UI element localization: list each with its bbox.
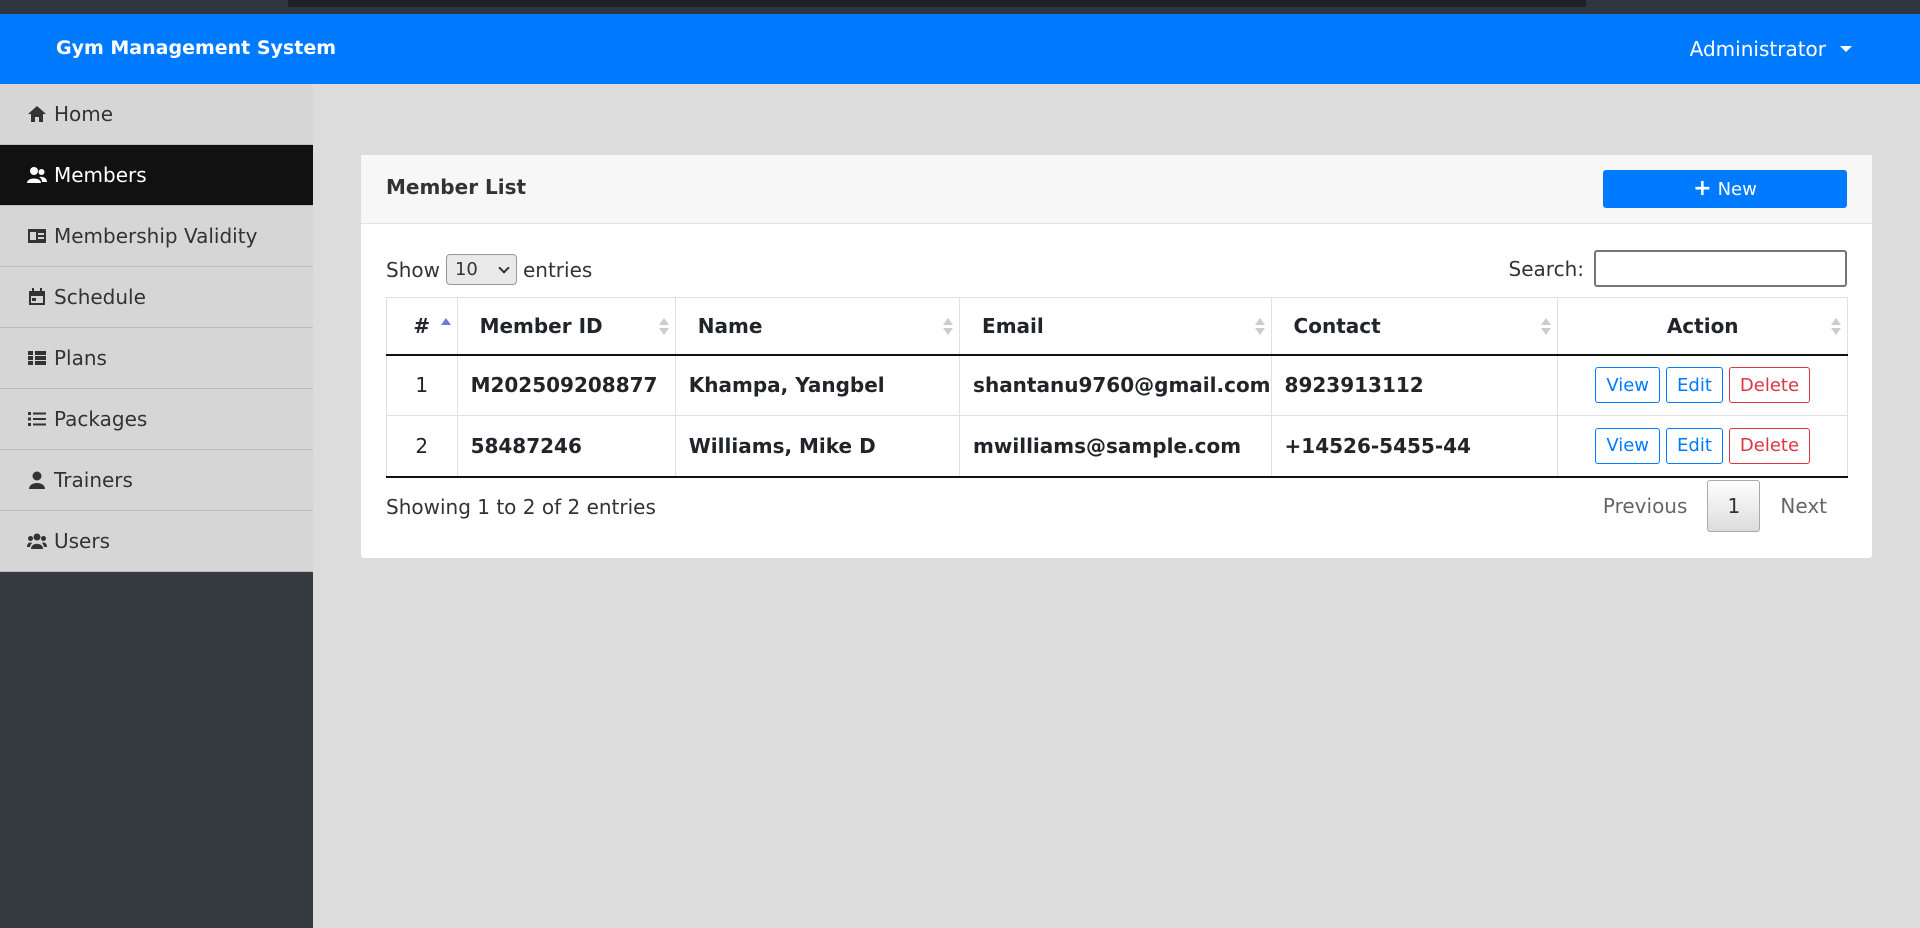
caret-down-icon: [1840, 46, 1852, 52]
cell-member-id: M202509208877: [456, 354, 676, 416]
sidebar-item-label: Users: [54, 529, 111, 553]
table-row: 2 58487246 Williams, Mike D mwilliams@sa…: [386, 415, 1848, 478]
header-label: Member ID: [479, 313, 603, 338]
sidebar-item-packages[interactable]: Packages: [0, 389, 313, 450]
table-header-row: # Member ID Name Email Contact Action: [386, 297, 1848, 356]
search-label: Search:: [1508, 256, 1584, 281]
column-header-name[interactable]: Name: [674, 297, 961, 356]
row-actions: View Edit Delete: [1558, 427, 1847, 464]
cell-name: Williams, Mike D: [674, 415, 961, 478]
user-group-icon: [26, 532, 48, 550]
sidebar-item-label: Members: [54, 163, 147, 187]
column-header-member-id[interactable]: Member ID: [456, 297, 676, 356]
cell-actions: View Edit Delete: [1557, 354, 1848, 416]
next-page-button[interactable]: Next: [1760, 494, 1847, 518]
card-title: Member List: [386, 175, 527, 199]
sidebar-item-label: Trainers: [54, 468, 133, 492]
show-label: Show: [386, 257, 440, 282]
sort-icon: [1541, 316, 1552, 338]
browser-top-strip: [0, 0, 1920, 14]
view-button[interactable]: View: [1595, 367, 1661, 404]
chevron-down-icon: [498, 261, 510, 274]
users-icon: [26, 166, 48, 184]
home-icon: [26, 105, 48, 123]
plus-icon: +: [1693, 176, 1712, 201]
sidebar-item-members[interactable]: Members: [0, 145, 313, 206]
sidebar-item-home[interactable]: Home: [0, 84, 313, 145]
page-length-control: Show 10 entries: [386, 254, 592, 285]
sidebar-item-label: Packages: [54, 407, 148, 431]
sidebar-item-schedule[interactable]: Schedule: [0, 267, 313, 328]
sidebar-item-trainers[interactable]: Trainers: [0, 450, 313, 511]
sort-icon: [1831, 316, 1841, 338]
column-header-email[interactable]: Email: [959, 297, 1272, 356]
sidebar-item-plans[interactable]: Plans: [0, 328, 313, 389]
brand-title[interactable]: Gym Management System: [56, 37, 336, 59]
sidebar-item-membership-validity[interactable]: Membership Validity: [0, 206, 313, 267]
delete-button[interactable]: Delete: [1728, 367, 1811, 404]
pagination: Previous 1 Next: [1583, 480, 1847, 532]
page-length-select[interactable]: 10: [445, 254, 517, 285]
sort-icon: [943, 316, 954, 338]
member-list-card: Member List + New Show 10 entries Search…: [361, 155, 1872, 558]
header-label: Contact: [1293, 313, 1381, 338]
column-header-action[interactable]: Action: [1557, 297, 1848, 356]
table-row: 1 M202509208877 Khampa, Yangbel shantanu…: [386, 354, 1848, 416]
cell-number: 2: [386, 415, 458, 478]
calendar-icon: [26, 288, 48, 306]
page-length-value: 10: [454, 259, 478, 280]
cell-contact: 8923913112: [1270, 354, 1559, 416]
user-menu-label: Administrator: [1689, 37, 1826, 61]
cell-number: 1: [386, 354, 458, 416]
table-info: Showing 1 to 2 of 2 entries: [386, 495, 656, 519]
user-icon: [26, 471, 48, 489]
column-header-number[interactable]: #: [386, 297, 458, 356]
new-member-button[interactable]: + New: [1603, 170, 1847, 208]
sidebar-item-label: Plans: [54, 346, 107, 370]
column-header-contact[interactable]: Contact: [1270, 297, 1559, 356]
top-navbar: Gym Management System Administrator: [0, 14, 1920, 84]
sort-asc-icon: [440, 316, 451, 338]
card-header: Member List + New: [361, 155, 1872, 224]
members-table: # Member ID Name Email Contact Action 1 …: [386, 297, 1848, 478]
cell-actions: View Edit Delete: [1557, 415, 1848, 478]
sidebar: Home Members Membership Validity Schedul…: [0, 84, 313, 928]
search-input[interactable]: [1594, 250, 1847, 287]
header-label: Name: [697, 313, 763, 338]
cell-email: shantanu9760@gmail.com: [959, 354, 1272, 416]
sidebar-item-label: Membership Validity: [54, 224, 258, 248]
list-icon: [26, 410, 48, 428]
sort-icon: [1254, 316, 1265, 338]
delete-button[interactable]: Delete: [1728, 427, 1811, 464]
cell-contact: +14526-5455-44: [1270, 415, 1559, 478]
sidebar-item-label: Schedule: [54, 285, 146, 309]
sort-icon: [658, 316, 669, 338]
search-control: Search:: [1509, 250, 1847, 287]
edit-button[interactable]: Edit: [1666, 367, 1723, 404]
user-menu-dropdown[interactable]: Administrator: [1690, 37, 1852, 61]
edit-button[interactable]: Edit: [1666, 427, 1723, 464]
cell-member-id: 58487246: [456, 415, 676, 478]
cell-name: Khampa, Yangbel: [674, 354, 961, 416]
view-button[interactable]: View: [1595, 427, 1661, 464]
sidebar-item-users[interactable]: Users: [0, 511, 313, 572]
table-list-icon: [26, 349, 48, 367]
current-page-button[interactable]: 1: [1707, 480, 1761, 532]
browser-top-bar: [288, 0, 1586, 7]
entries-label: entries: [522, 257, 593, 282]
cell-email: mwilliams@sample.com: [959, 415, 1272, 478]
header-label: Email: [982, 313, 1044, 338]
sidebar-item-label: Home: [54, 102, 114, 126]
header-label: #: [413, 313, 431, 338]
row-actions: View Edit Delete: [1558, 367, 1847, 404]
table-controls: Show 10 entries Search:: [386, 250, 1847, 290]
id-card-icon: [26, 227, 48, 245]
new-button-label: New: [1717, 178, 1757, 200]
header-label: Action: [1666, 313, 1739, 338]
previous-page-button[interactable]: Previous: [1583, 494, 1708, 518]
